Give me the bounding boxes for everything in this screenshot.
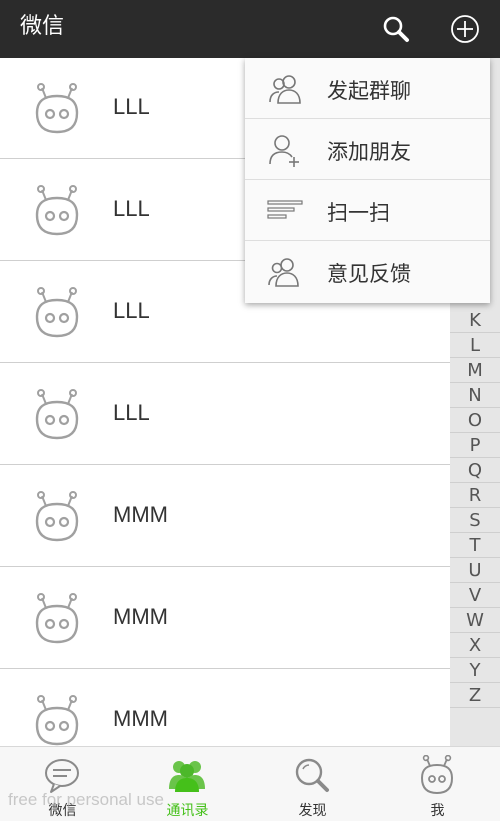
- watermark-text: free for personal use: [8, 790, 164, 809]
- robot-avatar-icon: [35, 287, 79, 338]
- tab-label: 发现: [298, 803, 327, 819]
- index-letter[interactable]: Q: [450, 458, 500, 483]
- index-letter[interactable]: W: [450, 608, 500, 633]
- index-letter[interactable]: N: [450, 383, 500, 408]
- robot-avatar-icon: [35, 491, 79, 542]
- menu-item-label: 意见反馈: [327, 262, 411, 286]
- app-title: 微信: [20, 14, 65, 39]
- me-robot-icon: [420, 755, 454, 795]
- robot-avatar-icon: [35, 185, 79, 236]
- index-letter[interactable]: V: [450, 583, 500, 608]
- robot-avatar-icon: [35, 593, 79, 644]
- menu-item-add-friend[interactable]: 添加朋友: [245, 119, 490, 180]
- add-friend-icon: [269, 135, 299, 167]
- index-letter[interactable]: X: [450, 633, 500, 658]
- index-letter[interactable]: Y: [450, 658, 500, 683]
- contact-row[interactable]: LLL: [0, 364, 450, 465]
- robot-avatar-icon: [35, 389, 79, 440]
- top-bar: 微信: [0, 0, 500, 58]
- menu-item-label: 添加朋友: [327, 140, 411, 164]
- contact-row[interactable]: MMM: [0, 670, 450, 746]
- contact-name: LLL: [113, 400, 150, 425]
- tab-contacts[interactable]: 通讯录: [125, 747, 250, 822]
- index-letter[interactable]: Z: [450, 683, 500, 708]
- discover-search-icon: [295, 758, 329, 792]
- index-letter[interactable]: L: [450, 333, 500, 358]
- robot-avatar-icon: [35, 83, 79, 134]
- contact-row[interactable]: MMM: [0, 466, 450, 567]
- group-chat-icon: [269, 75, 301, 104]
- menu-item-group-chat[interactable]: 发起群聊: [245, 58, 490, 119]
- tab-chats[interactable]: 微信: [0, 747, 125, 822]
- contact-name: LLL: [113, 298, 150, 323]
- index-letter[interactable]: R: [450, 483, 500, 508]
- contact-name: LLL: [113, 94, 150, 119]
- index-letter[interactable]: O: [450, 408, 500, 433]
- menu-item-scan[interactable]: 扫一扫: [245, 180, 490, 241]
- index-letter[interactable]: U: [450, 558, 500, 583]
- menu-item-label: 发起群聊: [327, 79, 411, 103]
- plus-circle-icon[interactable]: [448, 12, 482, 46]
- contact-name: MMM: [113, 604, 168, 629]
- feedback-icon: [268, 258, 299, 287]
- tab-me[interactable]: 我: [375, 747, 500, 822]
- index-letter[interactable]: S: [450, 508, 500, 533]
- search-icon[interactable]: [380, 13, 412, 45]
- contacts-icon: [169, 761, 205, 792]
- robot-avatar-icon: [35, 695, 79, 746]
- tab-label: 我: [430, 803, 445, 819]
- contact-name: MMM: [113, 502, 168, 527]
- contact-name: LLL: [113, 196, 150, 221]
- contact-row[interactable]: MMM: [0, 568, 450, 669]
- contact-name: MMM: [113, 706, 168, 731]
- index-letter[interactable]: P: [450, 433, 500, 458]
- index-letter[interactable]: T: [450, 533, 500, 558]
- index-letter[interactable]: K: [450, 308, 500, 333]
- index-letter[interactable]: M: [450, 358, 500, 383]
- chat-bubble-icon: [45, 759, 79, 793]
- scan-icon: [267, 200, 303, 219]
- popup-menu: 发起群聊 添加朋友 扫一扫 意见反馈: [245, 58, 490, 303]
- menu-item-label: 扫一扫: [327, 201, 390, 225]
- menu-item-feedback[interactable]: 意见反馈: [245, 241, 490, 302]
- tab-discover[interactable]: 发现: [250, 747, 375, 822]
